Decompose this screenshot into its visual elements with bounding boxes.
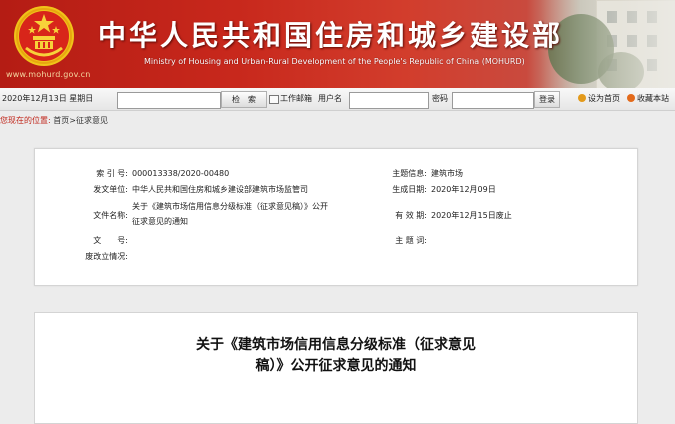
generated-date-value: 2020年12月09日 bbox=[431, 185, 496, 194]
bookmark-link[interactable]: 收藏本站 bbox=[627, 88, 669, 110]
username-input[interactable] bbox=[349, 92, 429, 109]
docname-label: 文件名称: bbox=[93, 211, 128, 220]
national-emblem-icon bbox=[14, 6, 74, 66]
issuer-label: 发文单位: bbox=[93, 185, 128, 194]
mail-icon bbox=[269, 95, 279, 104]
keywords-label: 主 题 词: bbox=[395, 236, 427, 245]
docname-value-line2: 征求意见的通知 bbox=[132, 217, 188, 226]
index-label: 索 引 号: bbox=[96, 169, 128, 178]
validity-value: 2020年12月15日废止 bbox=[431, 211, 512, 220]
article-title: 关于《建筑市场信用信息分级标准（征求意见 稿）》公开征求意见的通知 bbox=[115, 335, 557, 377]
docno-label: 文 号: bbox=[93, 236, 128, 245]
index-value: 000013338/2020-00480 bbox=[132, 169, 230, 178]
generated-date-label: 生成日期: bbox=[392, 185, 427, 194]
article-title-line2: 稿）》公开征求意见的通知 bbox=[255, 358, 417, 374]
article-panel: 关于《建筑市场信用信息分级标准（征求意见 稿）》公开征求意见的通知 bbox=[34, 312, 638, 424]
topic-label: 主题信息: bbox=[392, 169, 427, 178]
breadcrumb-label: 您现在的位置: bbox=[0, 116, 51, 125]
article-title-line1: 关于《建筑市场信用信息分级标准（征求意见 bbox=[196, 337, 476, 353]
site-banner: www.mohurd.gov.cn 中华人民共和国住房和城乡建设部 Minist… bbox=[0, 0, 675, 88]
site-url: www.mohurd.gov.cn bbox=[6, 70, 91, 79]
username-label: 用户名 bbox=[318, 94, 342, 103]
password-input[interactable] bbox=[452, 92, 534, 109]
breadcrumb-current: 征求意见 bbox=[75, 116, 108, 125]
docname-value-line1: 关于《建筑市场信用信息分级标准（征求意见稿）》公开 bbox=[132, 202, 328, 211]
current-date: 2020年12月13日 星期日 bbox=[2, 94, 94, 103]
breadcrumb: 您现在的位置: 首页>征求意见 bbox=[0, 114, 108, 128]
site-title: 中华人民共和国住房和城乡建设部 bbox=[98, 19, 564, 52]
topic-value: 建筑市场 bbox=[431, 169, 463, 178]
breadcrumb-home-link[interactable]: 首页 bbox=[53, 116, 69, 125]
top-toolbar: 2020年12月13日 星期日 检 索 工作邮箱 用户名 密码 登录 设为首页 … bbox=[0, 88, 675, 111]
site-search-input[interactable] bbox=[117, 92, 221, 109]
login-button[interactable]: 登录 bbox=[534, 91, 560, 108]
site-subtitle: Ministry of Housing and Urban-Rural Deve… bbox=[144, 57, 525, 66]
abolish-label: 废改立情况: bbox=[85, 252, 128, 261]
set-homepage-link[interactable]: 设为首页 bbox=[578, 88, 620, 110]
star-icon bbox=[627, 94, 635, 102]
work-mailbox-label[interactable]: 工作邮箱 bbox=[280, 88, 312, 110]
validity-label: 有 效 期: bbox=[395, 211, 427, 220]
breadcrumb-separator: > bbox=[69, 116, 76, 125]
document-info-box: 索 引 号: 000013338/2020-00480 发文单位: 中华人民共和… bbox=[34, 148, 638, 286]
issuer-value: 中华人民共和国住房和城乡建设部建筑市场监管司 bbox=[132, 185, 308, 194]
search-button[interactable]: 检 索 bbox=[221, 91, 267, 108]
password-label: 密码 bbox=[432, 94, 448, 103]
home-icon bbox=[578, 94, 586, 102]
